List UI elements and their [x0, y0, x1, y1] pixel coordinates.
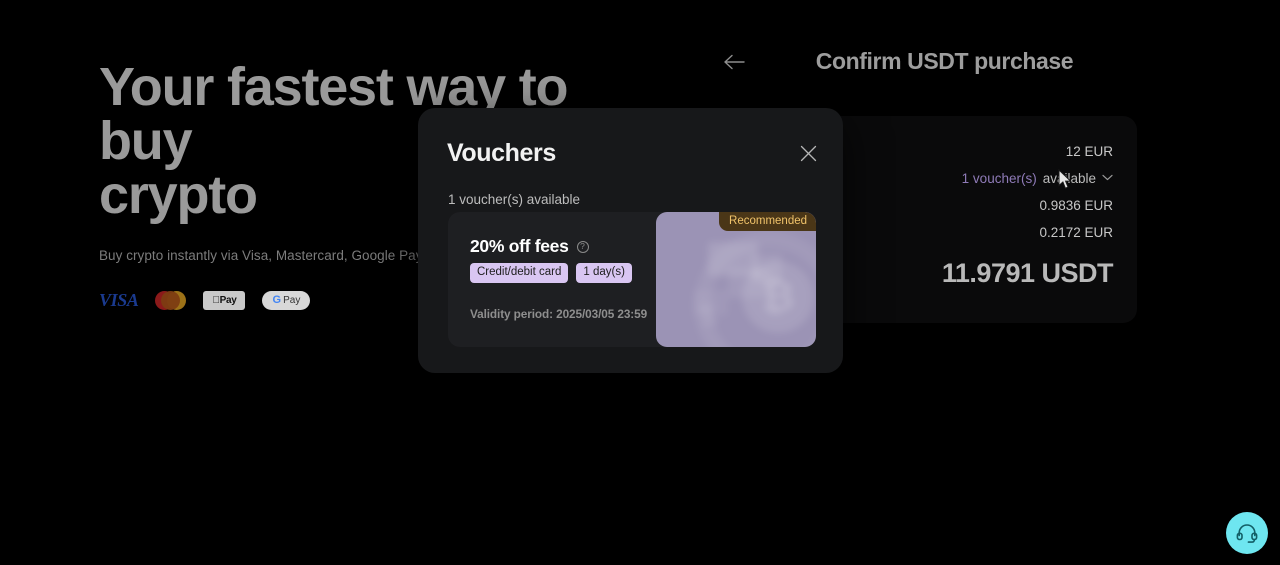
modal-title: Vouchers	[447, 139, 556, 167]
recommended-badge: Recommended	[719, 212, 816, 231]
voucher-available-label: available	[1042, 171, 1096, 186]
arrow-left-icon[interactable]	[722, 51, 746, 73]
voucher-title-row: 20% off fees ?	[470, 236, 589, 257]
app-screen: Your fastest way to buy crypto Buy crypt…	[0, 0, 1280, 565]
summary-amount-value: 12 EUR	[1065, 144, 1113, 159]
voucher-tags: Credit/debit card 1 day(s)	[470, 263, 632, 283]
voucher-tag-duration: 1 day(s)	[576, 263, 632, 283]
apple-pay-label: Pay	[215, 294, 237, 306]
summary-total-value: 11.9791 USDT	[941, 257, 1114, 288]
vouchers-modal: Vouchers 1 voucher(s) available 20% off …	[418, 108, 843, 373]
voucher-thumbnail-art: ₿ Ξ	[656, 212, 816, 347]
voucher-selector[interactable]: 1 voucher(s) available	[962, 171, 1113, 186]
voucher-tag-payment-method: Credit/debit card	[470, 263, 569, 283]
panel-title: Confirm USDT purchase	[815, 47, 1074, 74]
panel-header: Confirm USDT purchase	[700, 30, 1163, 92]
summary-fee-two-value: 0.2172 EUR	[1039, 225, 1113, 240]
summary-fee-one-value: 0.9836 EUR	[1039, 198, 1113, 213]
visa-logo-label: VISA	[99, 289, 139, 310]
apple-pay-logo: Pay	[203, 290, 246, 310]
visa-logo: VISA	[99, 289, 139, 310]
support-chat-button[interactable]	[1226, 512, 1268, 554]
voucher-validity: Validity period: 2025/03/05 23:59	[470, 307, 648, 321]
headset-icon	[1236, 524, 1258, 543]
chevron-down-icon[interactable]	[1102, 173, 1113, 184]
voucher-count-label: 1 voucher(s)	[961, 171, 1037, 186]
voucher-title: 20% off fees	[470, 236, 569, 256]
voucher-thumbnail: ₿ Ξ Recommended	[656, 212, 816, 347]
google-pay-logo: G Pay	[262, 290, 311, 310]
mastercard-logo	[155, 290, 187, 310]
voucher-list-item[interactable]: 20% off fees ? Credit/debit card 1 day(s…	[448, 212, 816, 347]
modal-subtitle: 1 voucher(s) available	[448, 192, 581, 207]
question-mark-icon[interactable]: ?	[576, 240, 589, 253]
google-pay-label: Pay	[283, 294, 301, 306]
close-icon[interactable]	[797, 142, 819, 164]
